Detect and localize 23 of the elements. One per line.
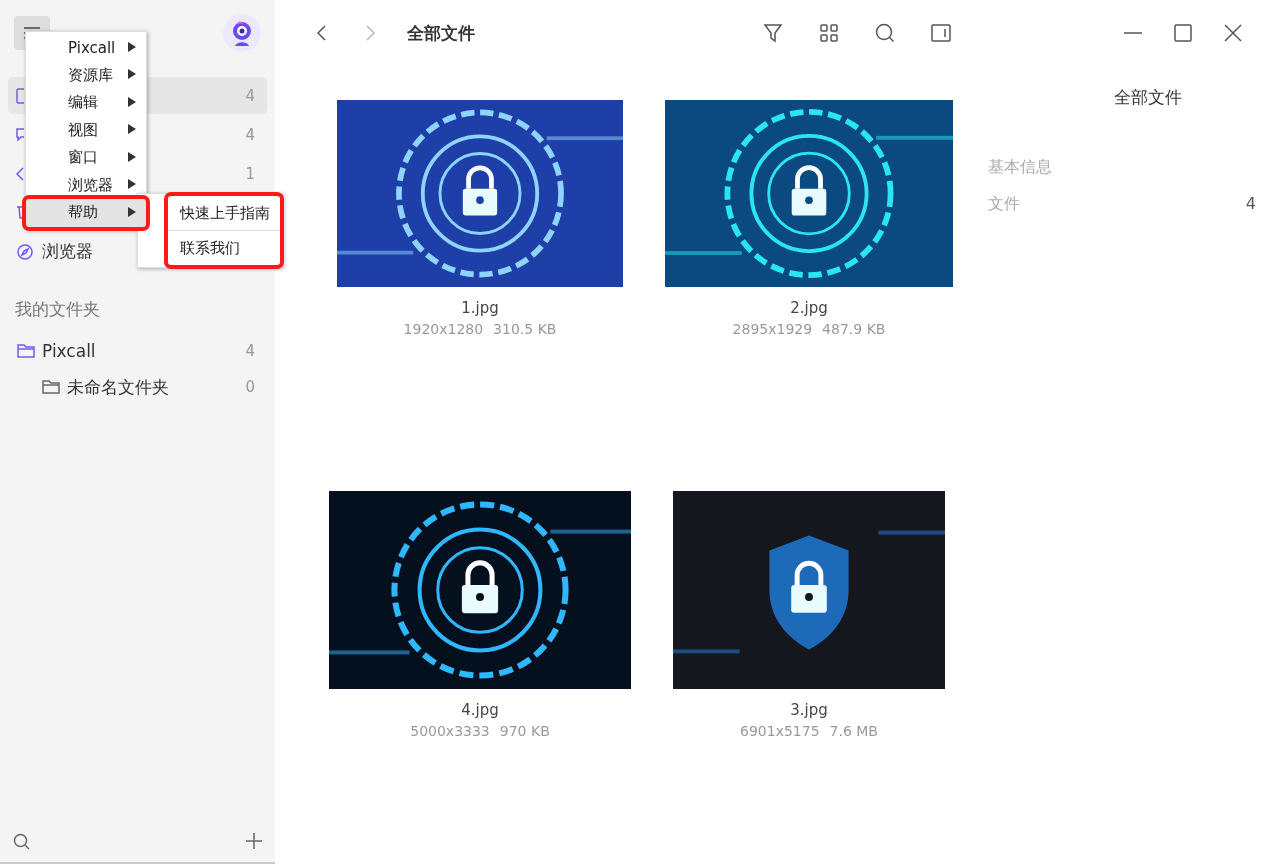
file-size: 7.6 MB xyxy=(829,722,878,739)
item-count: 0 xyxy=(245,378,255,396)
item-count: 4 xyxy=(245,342,255,360)
image-dimensions: 2895x1929 xyxy=(732,321,813,337)
image-dimensions: 6901x5175 xyxy=(740,722,820,739)
file-size: 970 KB xyxy=(499,722,550,739)
section-heading: 基本信息 xyxy=(988,157,1053,178)
file-size: 310.5 KB xyxy=(493,321,557,337)
info-label: 文件 xyxy=(988,194,1020,215)
file-name: 2.jpg xyxy=(790,299,828,317)
info-value: 4 xyxy=(1245,194,1256,215)
file-size: 487.9 KB xyxy=(822,321,886,337)
item-count: 4 xyxy=(245,125,255,144)
page-title: 全部文件 xyxy=(407,21,475,45)
item-count: 4 xyxy=(245,86,255,105)
file-name: 1.jpg xyxy=(461,299,499,317)
section-heading: 我的文件夹 xyxy=(15,298,101,321)
panel-title: 全部文件 xyxy=(1113,86,1183,109)
image-dimensions: 5000x3333 xyxy=(410,722,490,739)
file-name: 3.jpg xyxy=(790,700,828,719)
file-name: 4.jpg xyxy=(461,700,499,719)
item-count: 1 xyxy=(245,164,255,183)
image-dimensions: 1920x1280 xyxy=(403,321,484,337)
